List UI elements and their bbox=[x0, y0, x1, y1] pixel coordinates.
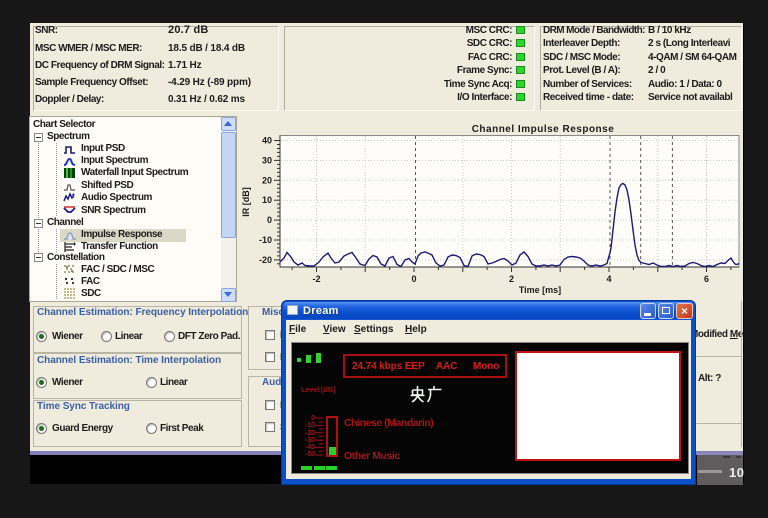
svg-text:2: 2 bbox=[509, 274, 514, 284]
svg-text:-2: -2 bbox=[312, 274, 320, 284]
svg-text:0: 0 bbox=[411, 274, 416, 284]
svg-text:30: 30 bbox=[262, 155, 272, 165]
svg-text:20: 20 bbox=[262, 175, 272, 185]
svg-text:4: 4 bbox=[606, 274, 611, 284]
svg-text:10: 10 bbox=[262, 195, 272, 205]
svg-text:IR [dB]: IR [dB] bbox=[241, 187, 251, 217]
svg-text:-10: -10 bbox=[259, 235, 272, 245]
svg-text:Time [ms]: Time [ms] bbox=[519, 285, 561, 295]
svg-text:40: 40 bbox=[262, 136, 272, 146]
svg-text:Channel Impulse Response: Channel Impulse Response bbox=[472, 124, 615, 135]
svg-text:6: 6 bbox=[704, 274, 709, 284]
svg-text:0: 0 bbox=[267, 215, 272, 225]
svg-text:-20: -20 bbox=[259, 255, 272, 265]
